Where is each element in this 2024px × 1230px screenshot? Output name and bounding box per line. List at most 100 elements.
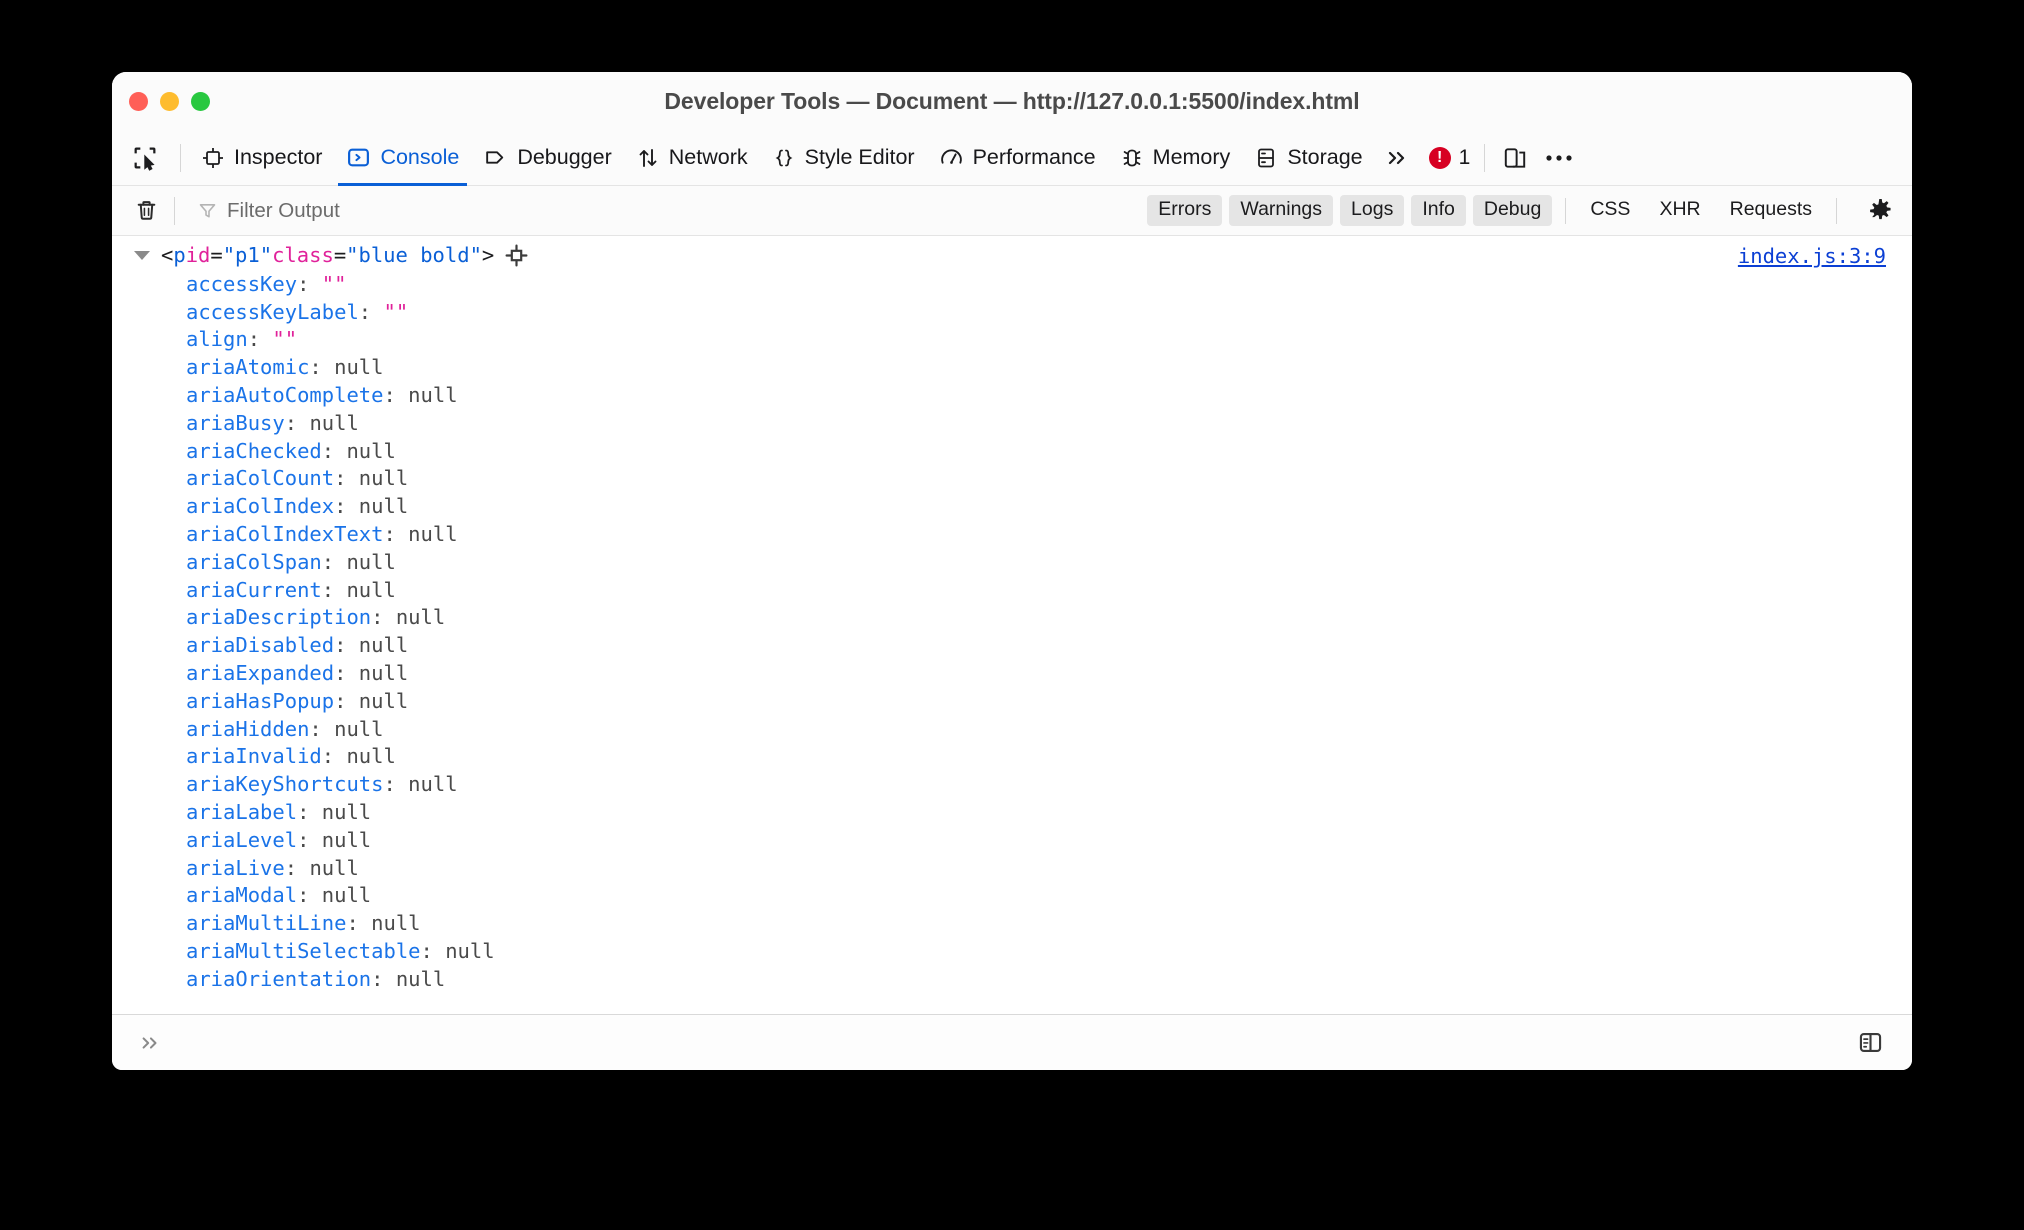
property-value: null: [408, 521, 458, 546]
filter-output-input[interactable]: Filter Output: [191, 194, 346, 228]
property-name: ariaAutoComplete: [186, 382, 384, 407]
tab-performance[interactable]: Performance: [927, 137, 1108, 179]
tab-network[interactable]: Network: [624, 137, 760, 179]
tab-storage[interactable]: Storage: [1242, 137, 1374, 179]
tab-inspector[interactable]: Inspector: [189, 137, 334, 179]
source-location-link[interactable]: index.js:3:9: [1738, 243, 1886, 271]
property-value: null: [346, 549, 396, 574]
property-list: accessKey: "" accessKeyLabel: "" align: …: [112, 270, 1912, 994]
tab-style-editor-label: Style Editor: [804, 145, 915, 169]
filter-pill-debug[interactable]: Debug: [1472, 195, 1553, 226]
console-filter-bar: Filter Output Errors Warnings Logs Info …: [112, 186, 1912, 236]
inspect-node-icon[interactable]: [504, 243, 529, 268]
minimize-window-button[interactable]: [160, 91, 179, 111]
property-row: ariaLive: null: [186, 855, 1912, 883]
filter-pill-errors[interactable]: Errors: [1147, 195, 1223, 226]
element-picker-button[interactable]: [124, 138, 166, 178]
property-value: null: [321, 827, 372, 852]
error-count-label: 1: [1458, 145, 1471, 169]
property-value: null: [395, 605, 446, 630]
property-name: ariaMultiLine: [186, 911, 347, 936]
responsive-design-mode-button[interactable]: [1493, 138, 1537, 178]
tab-debugger-label: Debugger: [517, 145, 612, 169]
tab-inspector-label: Inspector: [234, 145, 323, 169]
property-row: ariaHasPopup: null: [186, 688, 1912, 716]
filterbar-divider-2: [1565, 197, 1567, 224]
filter-pill-info[interactable]: Info: [1411, 195, 1466, 226]
property-colon: :: [358, 299, 384, 324]
console-prompt-icon: [136, 1032, 164, 1054]
tab-memory-label: Memory: [1152, 145, 1231, 169]
gear-icon: [1869, 199, 1891, 220]
tab-memory[interactable]: Memory: [1108, 137, 1243, 179]
property-value: "": [383, 299, 409, 324]
severity-filter-group: Errors Warnings Logs Info Debug: [1147, 195, 1553, 226]
property-row: ariaCurrent: null: [186, 577, 1912, 605]
property-name: ariaHasPopup: [186, 688, 335, 713]
toolbar-divider-2: [1484, 143, 1486, 172]
console-output[interactable]: < p id = "p1" class = "blue bold" > index.js:3…: [112, 236, 1912, 1014]
property-colon: :: [309, 716, 335, 741]
expand-twisty-icon[interactable]: [134, 251, 150, 261]
devtools-window: Developer Tools — Document — http://127.…: [112, 72, 1912, 1070]
error-count-badge[interactable]: ! 1: [1419, 146, 1477, 170]
tab-network-label: Network: [668, 145, 748, 169]
property-name: ariaColIndex: [186, 494, 335, 519]
window-controls: [112, 91, 210, 111]
filter-pill-css[interactable]: CSS: [1579, 195, 1641, 226]
property-value: null: [346, 744, 396, 769]
property-colon: :: [383, 521, 409, 546]
property-value: null: [358, 494, 409, 519]
property-value: "": [321, 271, 347, 296]
property-row: ariaColCount: null: [186, 465, 1912, 493]
property-name: ariaBusy: [186, 410, 285, 435]
devtools-menu-button[interactable]: [1537, 138, 1581, 178]
property-colon: :: [297, 883, 322, 908]
ellipsis-icon: [1546, 154, 1572, 161]
property-colon: :: [284, 410, 310, 435]
editor-mode-toggle-button[interactable]: [1850, 1025, 1890, 1061]
filterbar-divider-3: [1836, 197, 1837, 224]
property-name: ariaKeyShortcuts: [186, 772, 384, 797]
filter-pill-logs[interactable]: Logs: [1340, 195, 1405, 226]
property-row: ariaColSpan: null: [186, 549, 1912, 577]
tab-console[interactable]: Console: [334, 137, 471, 186]
console-input-bar[interactable]: [112, 1014, 1912, 1070]
screen: Developer Tools — Document — http://127.…: [0, 0, 2024, 1230]
tab-style-editor[interactable]: Style Editor: [760, 137, 927, 179]
style-editor-icon: [772, 146, 796, 170]
property-colon: :: [346, 911, 372, 936]
tab-debugger[interactable]: Debugger: [471, 137, 623, 179]
clear-console-button[interactable]: [126, 193, 166, 229]
property-row: ariaExpanded: null: [186, 660, 1912, 688]
memory-icon: [1120, 146, 1144, 170]
filter-pill-requests[interactable]: Requests: [1719, 195, 1823, 226]
property-colon: :: [247, 327, 273, 352]
property-row: ariaLevel: null: [186, 827, 1912, 855]
tab-storage-label: Storage: [1287, 145, 1363, 169]
close-window-button[interactable]: [129, 91, 148, 111]
property-name: ariaDescription: [186, 605, 372, 630]
filter-pill-warnings[interactable]: Warnings: [1229, 195, 1334, 226]
property-row: accessKey: "": [186, 271, 1912, 299]
property-value: null: [445, 938, 495, 963]
property-row: ariaDescription: null: [186, 604, 1912, 632]
property-name: ariaColCount: [186, 466, 335, 491]
storage-icon: [1254, 146, 1278, 170]
chevron-double-right-icon: [1388, 151, 1404, 164]
window-title: Developer Tools — Document — http://127.…: [664, 87, 1360, 114]
filter-pill-xhr[interactable]: XHR: [1648, 195, 1711, 226]
console-message-header[interactable]: < p id = "p1" class = "blue bold" > index.js:3…: [112, 236, 1912, 270]
property-colon: :: [297, 271, 322, 296]
maximize-window-button[interactable]: [191, 91, 210, 111]
console-settings-button[interactable]: [1860, 193, 1900, 229]
responsive-design-icon: [1505, 147, 1526, 168]
category-filter-group: CSS XHR Requests: [1579, 195, 1823, 226]
property-value: null: [371, 911, 421, 936]
filter-icon: [199, 204, 216, 218]
toolbar-overflow-button[interactable]: [1375, 138, 1419, 178]
property-row: ariaBusy: null: [186, 410, 1912, 438]
property-colon: :: [334, 660, 359, 685]
property-name: ariaOrientation: [186, 966, 372, 991]
property-name: ariaChecked: [186, 438, 322, 463]
